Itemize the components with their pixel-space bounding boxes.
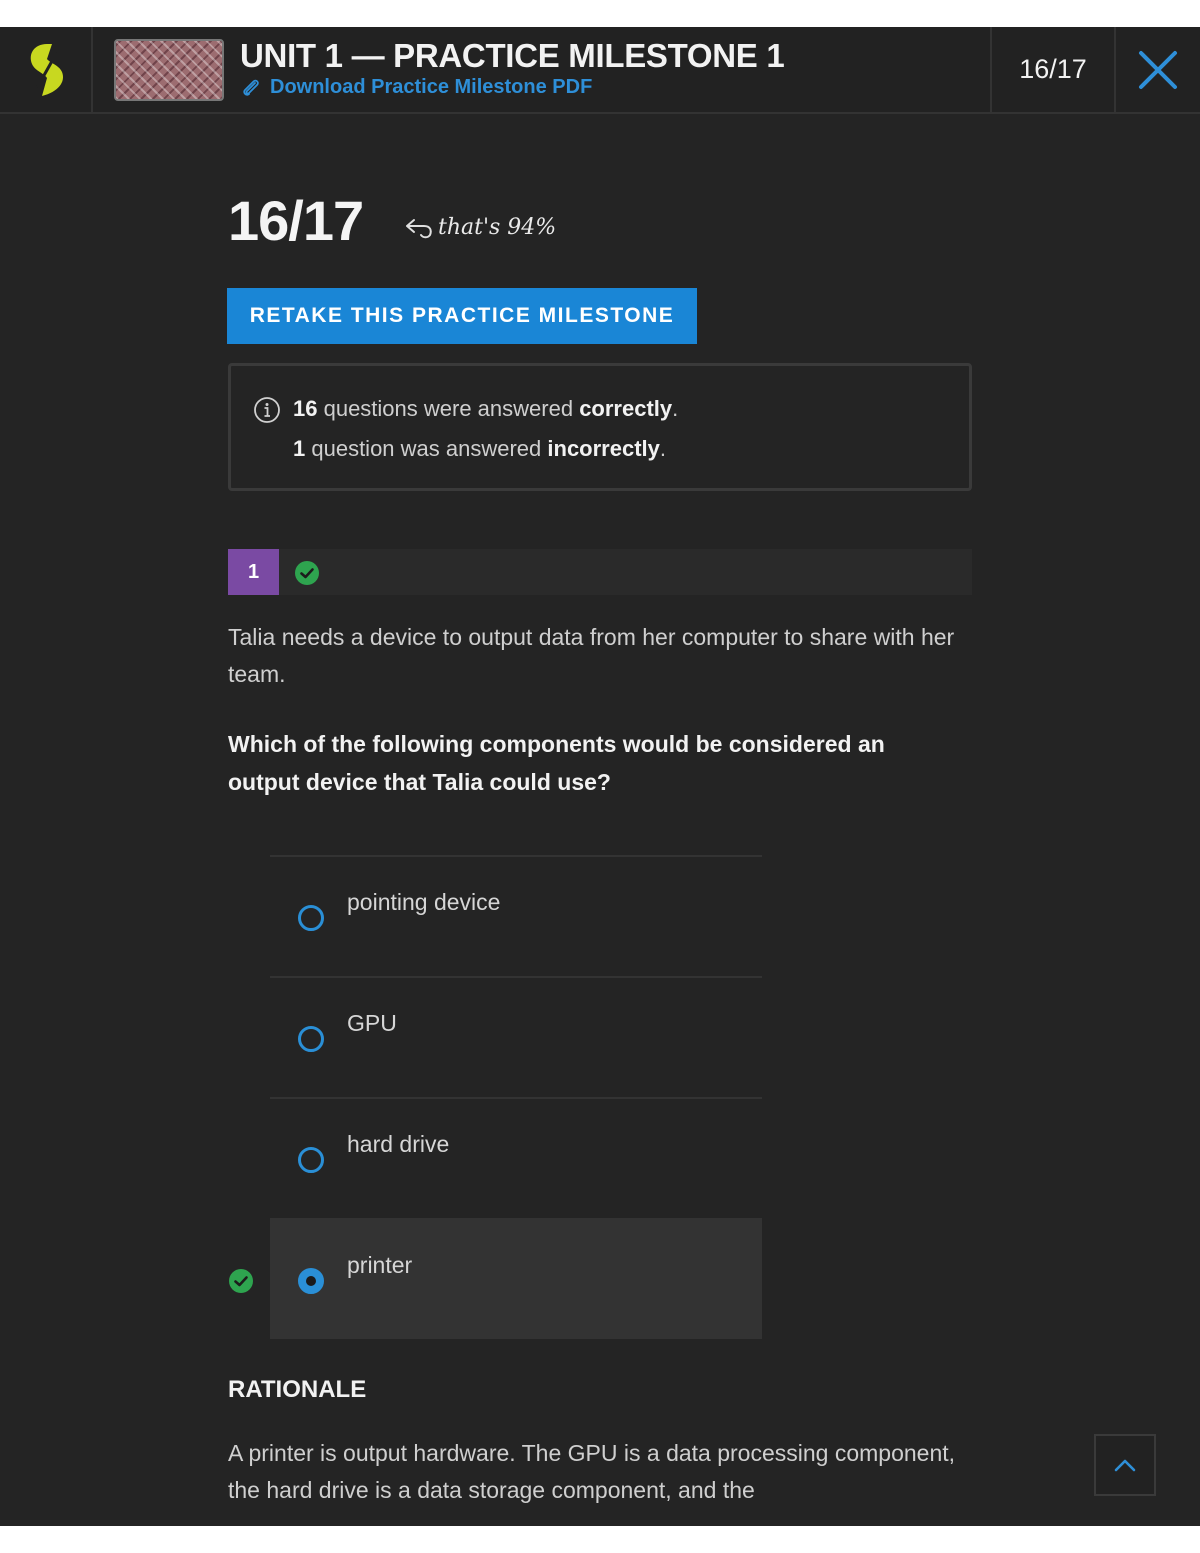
rationale-text: A printer is output hardware. The GPU is… bbox=[228, 1440, 956, 1503]
question-number: 1 bbox=[228, 549, 279, 595]
retake-button[interactable]: RETAKE THIS PRACTICE MILESTONE bbox=[227, 288, 697, 344]
question-header: 1 bbox=[228, 549, 972, 595]
score-value: 16/17 bbox=[228, 189, 364, 252]
close-icon bbox=[1139, 50, 1177, 89]
option-label: hard drive bbox=[347, 1131, 450, 1157]
info-icon bbox=[254, 397, 280, 423]
radio-button-selected[interactable] bbox=[298, 1268, 324, 1294]
incorrect-summary: 1 question was answered incorrectly. bbox=[293, 436, 667, 461]
answer-option[interactable]: hard drive bbox=[270, 1097, 762, 1218]
header-score-value: 16/17 bbox=[1019, 54, 1087, 84]
page-title: UNIT 1 — PRACTICE MILESTONE 1 bbox=[240, 37, 785, 74]
option-label: GPU bbox=[347, 1010, 397, 1036]
option-label: printer bbox=[347, 1252, 413, 1278]
radio-button[interactable] bbox=[298, 1147, 324, 1173]
chevron-up-icon bbox=[1114, 1459, 1136, 1472]
score-percent-note: that's 94% bbox=[404, 215, 556, 240]
answer-option-selected[interactable]: printer bbox=[229, 1218, 762, 1339]
practice-milestone-app: UNIT 1 — PRACTICE MILESTONE 1 Download P… bbox=[0, 27, 1200, 1526]
close-button[interactable] bbox=[1116, 27, 1200, 112]
logo-cell[interactable] bbox=[0, 27, 93, 112]
header-score: 16/17 bbox=[990, 27, 1116, 112]
answer-options: pointing device GPU hard drive printer bbox=[229, 855, 762, 1339]
option-label: pointing device bbox=[347, 889, 501, 915]
logo-icon bbox=[30, 44, 64, 96]
download-pdf-label: Download Practice Milestone PDF bbox=[270, 76, 593, 98]
check-circle-icon bbox=[295, 561, 319, 585]
correct-summary: 16 questions were answered correctly. bbox=[293, 396, 679, 421]
question-prompt: Which of the following components would … bbox=[228, 731, 885, 795]
radio-button[interactable] bbox=[298, 905, 324, 931]
question-text: Talia needs a device to output data from… bbox=[228, 624, 955, 687]
answer-option[interactable]: pointing device bbox=[270, 855, 762, 976]
reply-arrow-icon bbox=[406, 218, 432, 238]
paperclip-icon bbox=[243, 79, 259, 96]
check-circle-icon bbox=[229, 1269, 253, 1293]
radio-button[interactable] bbox=[298, 1026, 324, 1052]
rationale-heading: RATIONALE bbox=[228, 1376, 367, 1403]
results-summary: 16 questions were answered correctly. 1 … bbox=[228, 363, 972, 491]
answer-option[interactable]: GPU bbox=[270, 976, 762, 1097]
download-pdf-link[interactable]: Download Practice Milestone PDF bbox=[240, 76, 592, 99]
scroll-to-top-button[interactable] bbox=[1094, 1434, 1156, 1496]
top-header: UNIT 1 — PRACTICE MILESTONE 1 Download P… bbox=[0, 27, 1200, 114]
course-thumbnail bbox=[114, 39, 224, 101]
score-percent-text: that's 94% bbox=[438, 215, 557, 240]
